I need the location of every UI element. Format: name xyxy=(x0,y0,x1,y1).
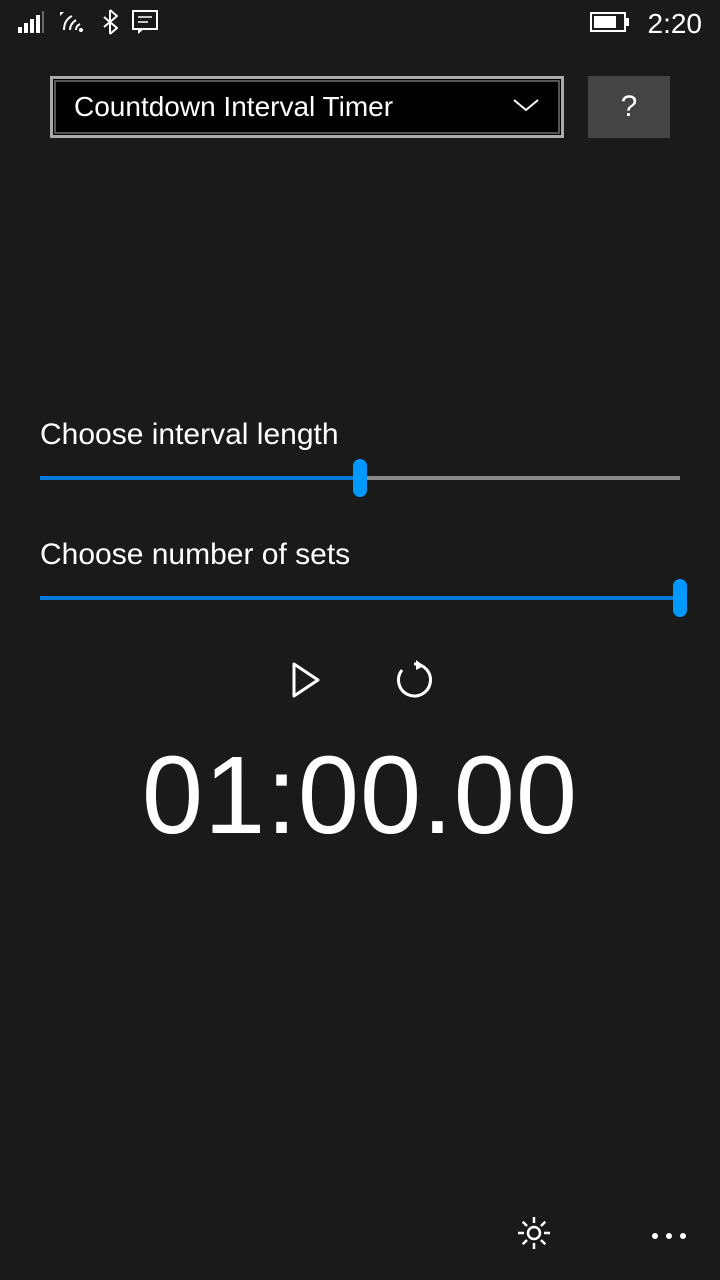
reset-icon xyxy=(394,660,434,705)
header-row: Countdown Interval Timer ? xyxy=(0,48,720,138)
timer-display: 01:00.00 xyxy=(40,732,680,859)
bluetooth-icon xyxy=(102,9,118,40)
status-left xyxy=(18,9,158,40)
bottom-bar xyxy=(516,1215,686,1256)
wifi-icon xyxy=(58,10,88,39)
main-content: Choose interval length Choose number of … xyxy=(0,418,720,859)
message-icon xyxy=(132,10,158,39)
play-icon xyxy=(290,662,322,703)
gear-icon xyxy=(516,1215,552,1256)
help-button[interactable]: ? xyxy=(588,76,670,138)
interval-slider-fill xyxy=(40,476,360,480)
battery-icon xyxy=(590,12,630,37)
slider-section: Choose interval length Choose number of … xyxy=(40,418,680,600)
dropdown-label: Countdown Interval Timer xyxy=(74,91,393,123)
mode-dropdown[interactable]: Countdown Interval Timer xyxy=(50,76,564,138)
help-label: ? xyxy=(621,90,638,124)
status-right: 2:20 xyxy=(590,8,703,40)
sets-slider-thumb[interactable] xyxy=(673,579,687,617)
status-bar: 2:20 xyxy=(0,0,720,48)
sets-slider-group: Choose number of sets xyxy=(40,538,680,600)
interval-slider[interactable] xyxy=(40,476,680,480)
reset-button[interactable] xyxy=(390,658,438,706)
interval-slider-group: Choose interval length xyxy=(40,418,680,480)
sets-slider[interactable] xyxy=(40,596,680,600)
chevron-down-icon xyxy=(512,98,540,117)
signal-icon xyxy=(18,11,44,38)
sets-label: Choose number of sets xyxy=(40,538,680,572)
interval-slider-thumb[interactable] xyxy=(353,459,367,497)
ellipsis-icon xyxy=(652,1233,686,1239)
play-button[interactable] xyxy=(282,658,330,706)
settings-button[interactable] xyxy=(516,1215,552,1256)
status-time: 2:20 xyxy=(648,8,703,40)
controls xyxy=(40,658,680,706)
more-button[interactable] xyxy=(652,1233,686,1239)
sets-slider-fill xyxy=(40,596,680,600)
interval-label: Choose interval length xyxy=(40,418,680,452)
